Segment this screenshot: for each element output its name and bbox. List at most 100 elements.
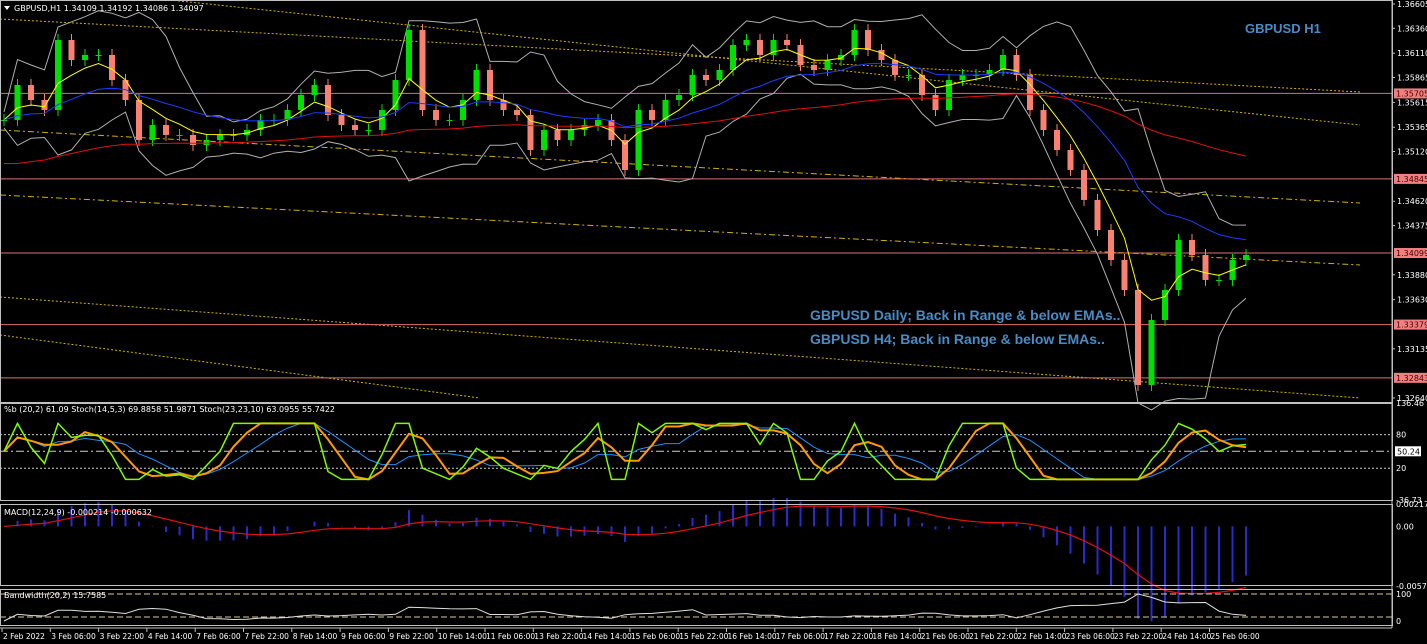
candle-body [298,95,304,111]
candle-body [878,50,885,61]
candle-body [14,84,21,120]
candle [622,134,628,176]
candle-body [649,110,655,120]
candle-body [1067,149,1074,170]
candle-body [163,125,169,135]
stoch-label: %b (20,2) 61.09 Stoch(14,5,3) 69.8858 51… [4,405,335,414]
candle-body [676,95,682,100]
price-tick-label: 1.33630 [1397,296,1427,305]
candle-body [1094,199,1101,230]
candle-body [28,84,34,100]
candle [1121,254,1128,296]
candle-body [203,140,210,146]
candle-body [419,30,426,111]
price-tick-label: 1.34375 [1397,222,1427,231]
candle [1162,284,1168,326]
candle-body [568,130,574,141]
candle-body [1189,240,1195,256]
chart-title: GBPUSD H1 [1245,21,1321,36]
time-tick-label: 7 Feb 06:00 [196,632,241,641]
candle-body [55,39,61,111]
time-tick-label: 21 Feb 22:00 [969,632,1018,641]
time-tick-label: 15 Feb 22:00 [679,632,728,641]
price-tick-label: 1.36360 [1397,24,1427,33]
candle-body [1108,229,1114,260]
time-tick-label: 9 Feb 06:00 [341,632,386,641]
candle-body [554,130,561,141]
candle-body [406,30,412,81]
candle-body [743,39,750,46]
annotation-h4: GBPUSD H4; Back in Range & below EMAs.. [810,331,1105,347]
candle-body [325,84,331,115]
candle-body [1081,169,1087,200]
level-price-label: 1.34099 [1396,249,1427,258]
candle-body [68,39,75,61]
time-tick-label: 4 Feb 14:00 [148,632,193,641]
time-tick-label: 3 Feb 22:00 [100,632,145,641]
time-tick-label: 17 Feb 06:00 [776,632,825,641]
candle-body [82,54,88,61]
candle-body [109,54,115,81]
candle-body [311,84,318,96]
bandwidth-tick-label: 0 [1396,617,1401,626]
price-tick-label: 1.36110 [1397,49,1427,58]
macd-tick-label: 0.00 [1396,522,1414,531]
chart-background [0,0,1427,644]
price-tick-label: 1.36605 [1397,0,1427,9]
trading-chart[interactable]: 1.35705 1.34845 1.34099 1.33379 1.32843 1.36… [0,0,1427,644]
candle [1108,224,1114,266]
symbol-info: GBPUSD,H1 1.34109 1.34192 1.34086 1.3409… [14,4,204,13]
candle-body [905,74,912,76]
level-price-label: 1.35705 [1396,89,1427,98]
candle-body [932,95,939,111]
candle-body [1121,259,1128,290]
candle-body [851,30,858,55]
time-tick-label: 7 Feb 22:00 [245,632,290,641]
candle [487,64,493,106]
candle [635,104,642,176]
time-tick-label: 2 Feb 2022 [3,632,45,641]
bandwidth-tick-label: 100 [1396,590,1411,599]
candle-body [959,74,966,81]
time-tick-label: 23 Feb 06:00 [1066,632,1115,641]
candle [1175,234,1182,296]
price-tick-label: 1.35865 [1397,74,1427,83]
candle [14,79,21,126]
price-tick-label: 1.35615 [1397,98,1427,107]
level-price-label: 1.32843 [1396,374,1427,383]
price-tick-label: 1.35365 [1397,123,1427,132]
candle-body [1175,240,1182,290]
candle-body [433,110,439,120]
candle [527,109,534,156]
level-price-label: 1.33379 [1396,321,1427,330]
candle-body [1202,255,1209,280]
time-tick-label: 11 Feb 06:00 [486,632,535,641]
candle [946,74,952,116]
candle-body [838,54,844,61]
candle-body [95,54,102,56]
time-tick-label: 10 Feb 14:00 [438,632,487,641]
candle-body [446,119,453,121]
time-tick-label: 15 Feb 06:00 [631,632,680,641]
macd-tick-label: 0.002176 [1396,500,1427,509]
candle [406,24,412,86]
candle [1135,284,1141,391]
price-tick-label: 1.33880 [1397,271,1427,280]
candle-body [217,134,223,141]
candle-body [1243,255,1249,260]
time-tick-label: 22 Feb 14:00 [1017,632,1066,641]
time-tick-label: 14 Feb 14:00 [583,632,632,641]
candle-body [379,110,385,131]
candle-body [1162,289,1168,320]
candle [392,74,399,116]
candle-body [338,114,345,126]
time-tick-label: 18 Feb 14:00 [872,632,921,641]
candle-body [514,110,520,115]
time-tick-label: 16 Feb 14:00 [728,632,777,641]
candle-body [1135,289,1141,385]
stoch-tick-label: 80 [1396,431,1406,440]
candle-body [1000,54,1006,70]
annotation-daily: GBPUSD Daily; Back in Range & below EMAs… [810,307,1120,323]
price-tick-label: 1.35120 [1397,148,1427,157]
candle-body [784,39,790,46]
